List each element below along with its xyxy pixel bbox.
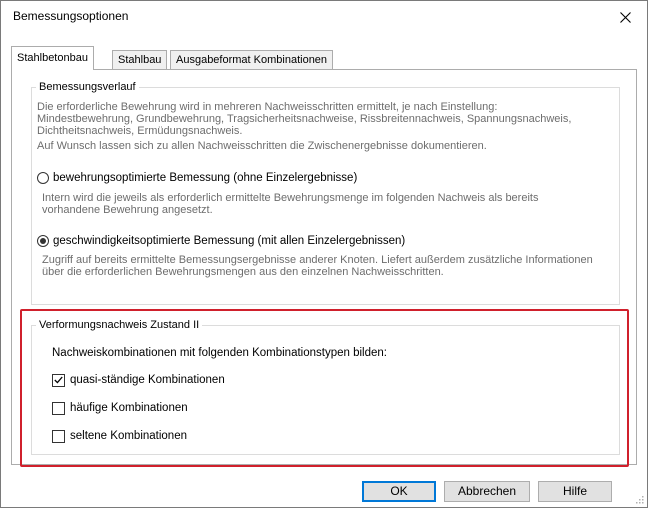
ok-button[interactable]: OK	[362, 481, 436, 502]
radio-bewehrungsoptimiert[interactable]: bewehrungsoptimierte Bemessung (ohne Ein…	[37, 171, 357, 185]
help-button[interactable]: Hilfe	[538, 481, 612, 502]
dialog-title: Bemessungsoptionen	[13, 9, 129, 23]
checkbox-box[interactable]	[52, 429, 65, 443]
tab-panel: Bemessungsverlauf Die erforderliche Bewe…	[11, 69, 637, 465]
option1-description: Intern wird die jeweils als erforderlich…	[42, 192, 622, 216]
title-bar[interactable]: Bemessungsoptionen	[1, 1, 647, 33]
checkbox-box[interactable]	[52, 401, 65, 415]
checkbox-selten[interactable]: seltene Kombinationen	[52, 429, 187, 443]
bemessungsverlauf-description: Die erforderliche Bewehrung wird in mehr…	[37, 101, 627, 152]
checkbox-label[interactable]: seltene Kombinationen	[70, 429, 187, 443]
radio-selected-dot	[40, 238, 46, 244]
tab-stahlbetonbau[interactable]: Stahlbetonbau	[11, 46, 94, 70]
desc-line: Mindestbewehrung, Grundbewehrung, Tragsi…	[37, 113, 572, 125]
radio-circle-selected[interactable]	[37, 235, 49, 247]
verformung-intro: Nachweiskombinationen mit folgenden Komb…	[52, 347, 387, 359]
desc-line: über die erforderlichen Bewehrungsmengen…	[42, 266, 444, 278]
desc-line: Auf Wunsch lassen sich zu allen Nachweis…	[37, 140, 487, 152]
resize-grip-icon[interactable]	[634, 494, 644, 504]
checkbox-haeufig[interactable]: häufige Kombinationen	[52, 401, 188, 415]
desc-line: Dichtheitsnachweis, Ermüdungsnachweis.	[37, 125, 243, 137]
verformungsnachweis-legend: Verformungsnachweis Zustand II	[39, 319, 200, 331]
desc-line: Intern wird die jeweils als erforderlich…	[42, 192, 539, 204]
tab-stahlbau[interactable]: Stahlbau	[112, 50, 168, 69]
checkbox-label[interactable]: häufige Kombinationen	[70, 401, 188, 415]
checkbox-box-checked[interactable]	[52, 373, 65, 387]
dialog-window: Bemessungsoptionen Stahlbetonbau Stahlba…	[0, 0, 648, 508]
option2-description: Zugriff auf bereits ermittelte Bemessung…	[42, 254, 632, 278]
checkbox-label[interactable]: quasi-ständige Kombinationen	[70, 373, 225, 387]
desc-line: Zugriff auf bereits ermittelte Bemessung…	[42, 254, 593, 266]
checkbox-quasi-staendig[interactable]: quasi-ständige Kombinationen	[52, 373, 225, 387]
bemessungsverlauf-legend: Bemessungsverlauf	[39, 81, 136, 93]
desc-line: Die erforderliche Bewehrung wird in mehr…	[37, 101, 498, 113]
radio-label[interactable]: geschwindigkeitsoptimierte Bemessung (mi…	[53, 234, 405, 248]
radio-label[interactable]: bewehrungsoptimierte Bemessung (ohne Ein…	[53, 171, 357, 185]
cancel-button[interactable]: Abbrechen	[444, 481, 530, 502]
radio-geschwindigkeitsoptimiert[interactable]: geschwindigkeitsoptimierte Bemessung (mi…	[37, 234, 405, 248]
checkmark-icon	[54, 376, 63, 384]
desc-line: vorhandene Bewehrung angesetzt.	[42, 204, 213, 216]
close-icon	[619, 11, 631, 23]
close-button[interactable]	[603, 1, 647, 33]
tab-ausgabeformat-kombinationen[interactable]: Ausgabeformat Kombinationen	[170, 50, 334, 69]
radio-circle[interactable]	[37, 172, 49, 184]
